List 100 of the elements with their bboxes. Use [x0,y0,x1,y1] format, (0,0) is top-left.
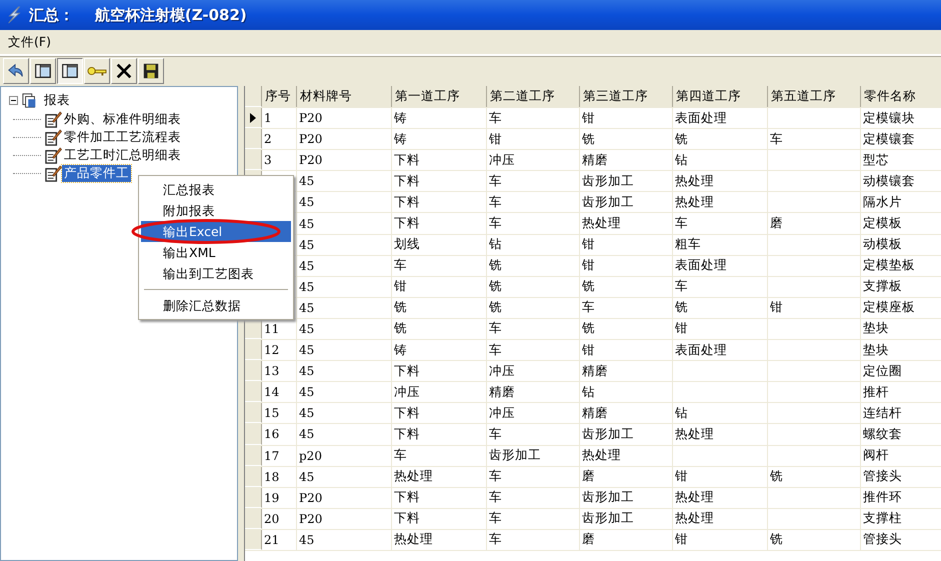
table-cell: 冲压 [394,384,420,401]
table-cell: 3 [264,153,272,168]
table-cell: 铣 [675,299,688,316]
table-cell: 45 [299,174,314,188]
table-cell: 钻 [582,384,595,401]
tree-item[interactable]: 零件加工工艺流程表 [62,128,183,146]
delete-button[interactable] [111,58,137,84]
table-cell: 车 [675,278,688,296]
table-cell: 钳 [582,342,595,359]
table-cell: 车 [489,531,502,548]
table-cell: 齿形加工 [582,489,634,506]
current-row-icon [250,112,256,123]
column-header[interactable]: 第五道工序 [768,86,861,107]
menu-item[interactable]: 输出到工艺图表 [141,263,291,284]
table-cell: 17 [264,448,280,463]
report-stack-icon [22,92,38,108]
edit-document-icon [45,110,62,128]
table-cell: 16 [264,427,280,442]
menu-item[interactable]: 文件(F) [6,34,53,50]
column-header[interactable]: 第一道工序 [392,86,487,107]
table-cell: 铣 [582,320,595,338]
table-cell: 齿形加工 [582,510,634,528]
table-cell: 45 [299,238,314,252]
table-cell: 钻 [489,236,502,254]
table-cell: 车 [489,426,502,443]
table-cell: 45 [299,364,314,378]
back-button[interactable] [3,58,29,84]
table-cell: 动模镶套 [863,172,915,190]
tree-item[interactable]: 外购、标准件明细表 [62,110,183,128]
column-header[interactable]: 第二道工序 [487,86,580,107]
table-cell: 热处理 [675,489,714,506]
window-icon [34,62,52,80]
table-cell: 车 [770,130,783,148]
table-cell: 阀杆 [863,447,889,464]
table-cell: 钳 [770,299,783,316]
table-cell: 铸 [394,110,407,127]
table-cell: 下料 [394,426,420,443]
close-icon [115,62,133,80]
table-cell: 热处理 [675,426,714,443]
table-cell: 车 [489,342,502,359]
table-cell: 连结杆 [863,404,902,422]
window-icon [61,62,79,80]
save-button[interactable] [138,58,164,84]
table-cell: 铸 [394,342,407,359]
menu-item[interactable]: 附加报表 [141,200,291,221]
table-cell: 车 [675,215,688,232]
table-cell: 定模镶套 [863,130,915,148]
table-cell: P20 [299,512,322,526]
table-cell: 车 [489,110,502,127]
table-cell: 螺纹套 [863,426,902,443]
table-cell: 粗车 [675,236,701,254]
table-cell: 车 [394,447,407,464]
panel-button[interactable] [57,58,83,84]
table-cell: 45 [299,300,314,315]
tree-item[interactable]: 产品零件工 [62,164,131,182]
table-cell: 13 [264,364,280,378]
tree-item[interactable]: 报表 [42,92,72,109]
table-cell: 钳 [582,236,595,254]
table-cell: 表面处理 [675,110,727,127]
table-cell: 15 [264,406,280,420]
table-cell: 45 [299,280,314,294]
column-header[interactable]: 序号 [262,86,297,107]
row-header[interactable] [245,108,262,128]
table-cell: 精磨 [582,404,608,422]
column-header[interactable]: 第三道工序 [580,86,673,107]
column-header[interactable]: 第四道工序 [673,86,768,107]
column-header[interactable]: 材料牌号 [297,86,392,107]
edit-document-icon [45,146,62,164]
menu-item[interactable]: 汇总报表 [141,179,291,200]
table-cell: 铣 [489,299,502,316]
edit-document-icon [45,128,62,146]
table-cell: 车 [489,215,502,232]
table-cell: 18 [264,470,280,484]
table-cell: 下料 [394,152,420,169]
tree-item[interactable]: 工艺工时汇总明细表 [62,146,183,164]
table-cell: 铣 [582,278,595,296]
table-cell: 齿形加工 [582,194,634,211]
table-cell: P20 [299,490,322,505]
menu-item[interactable]: 输出XML [141,242,291,263]
collapse-toggle[interactable] [9,96,18,105]
key-button[interactable] [84,58,110,84]
column-header[interactable]: 零件名称 [861,86,941,107]
save-icon [142,62,160,80]
table-cell: 钳 [394,278,407,296]
table-cell: 下料 [394,172,420,190]
table-cell: 45 [299,195,314,210]
table-cell: 精磨 [489,384,515,401]
table-cell: 铣 [582,130,595,148]
table-cell: 14 [264,385,280,400]
table-cell: 定模板 [863,215,902,232]
edit-document-icon [45,164,62,182]
table-cell: 热处理 [675,172,714,190]
table-cell: 铣 [675,130,688,148]
table-cell: 磨 [582,531,595,548]
table-cell: 铣 [489,278,502,296]
table-cell: 热处理 [675,194,714,211]
table-cell: 动模板 [863,236,902,254]
menu-item[interactable]: 删除汇总数据 [141,295,291,316]
table-cell: 钳 [582,257,595,274]
table-cell: 表面处理 [675,342,727,359]
